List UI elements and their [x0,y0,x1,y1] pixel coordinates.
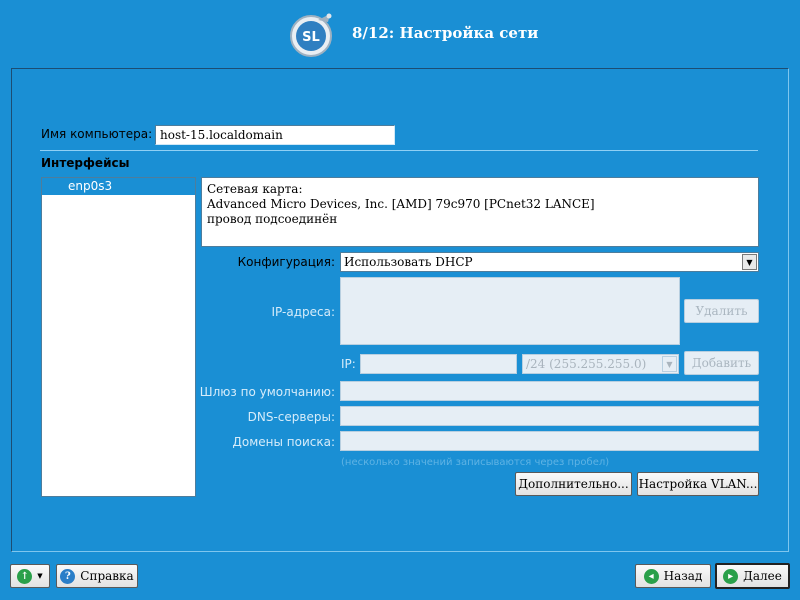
header: SL 8/12: Настройка сети [0,0,800,66]
separator [40,149,758,151]
logo-text: SL [302,30,320,45]
netmask-value: /24 (255.255.255.0) [526,357,647,371]
menu-button[interactable]: ↑ ▼ [10,564,50,588]
back-button-label: Назад [663,569,703,583]
advanced-button[interactable]: Дополнительно... [515,472,632,496]
config-label: Конфигурация: [237,255,335,269]
back-button[interactable]: ◂ Назад [635,564,711,588]
vlan-settings-button[interactable]: Настройка VLAN... [637,472,759,496]
arrow-left-icon: ◂ [643,568,659,584]
interfaces-title: Интерфейсы [41,156,130,170]
config-select-value: Использовать DHCP [344,255,473,269]
ip-label: IP: [341,357,356,371]
next-button[interactable]: ▸ Далее [715,563,790,589]
search-domains-input[interactable] [340,431,759,451]
page-title: 8/12: Настройка сети [352,24,539,42]
ip-addresses-label: IP-адреса: [271,305,336,319]
arrow-up-icon: ↑ [17,568,33,584]
interfaces-list[interactable]: enp0s3 [41,177,196,497]
hostname-input[interactable]: host-15.localdomain [155,125,395,145]
config-select[interactable]: Использовать DHCP ▼ [340,252,759,272]
delete-ip-button[interactable]: Удалить [684,299,759,323]
search-domains-hint: (несколько значений записываются через п… [341,457,610,468]
info-line: Сетевая карта: [207,182,303,196]
arrow-right-icon: ▸ [723,568,739,584]
add-ip-button[interactable]: Добавить [684,351,759,375]
ip-input[interactable] [360,354,517,374]
gateway-input[interactable] [340,381,759,401]
dns-label: DNS-серверы: [247,410,335,424]
help-icon: ? [60,568,76,584]
help-button[interactable]: ? Справка [56,564,138,588]
chevron-down-icon[interactable]: ▼ [742,254,757,270]
network-card-info: Сетевая карта: Advanced Micro Devices, I… [201,177,759,247]
simply-linux-logo-icon: SL [290,13,332,57]
info-line: Advanced Micro Devices, Inc. [AMD] 79c97… [207,197,595,211]
search-domains-label: Домены поиска: [232,435,335,449]
interface-item-enp0s3[interactable]: enp0s3 [42,178,195,195]
info-line: провод подсоединён [207,212,338,226]
netmask-select[interactable]: /24 (255.255.255.0) ▼ [522,354,679,374]
hostname-label: Имя компьютера: [41,127,153,141]
dns-input[interactable] [340,406,759,426]
help-button-label: Справка [80,569,134,583]
chevron-down-icon: ▼ [37,572,43,580]
chevron-down-icon[interactable]: ▼ [662,356,677,372]
ip-addresses-list [340,277,680,345]
gateway-label: Шлюз по умолчанию: [199,385,335,399]
next-button-label: Далее [743,569,782,583]
